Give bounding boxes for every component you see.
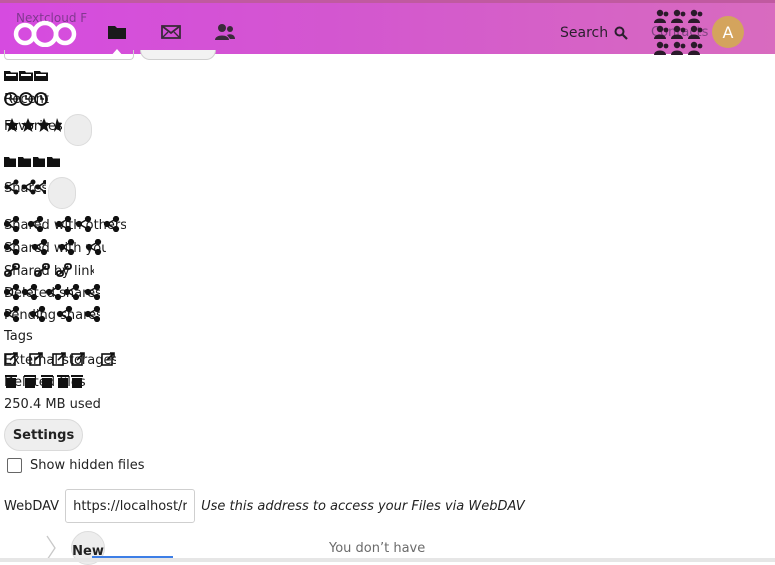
show-hidden-files-toggle[interactable]: Show hidden files	[7, 458, 145, 473]
contact-icon	[671, 9, 686, 23]
share-icon	[4, 284, 100, 300]
nav-all-files[interactable]	[4, 70, 49, 82]
webdav-hint: Use this address to access your Files vi…	[201, 498, 525, 514]
show-hidden-label: Show hidden files	[30, 458, 145, 473]
nav-shared-by-link[interactable]: Shared by link	[4, 262, 94, 279]
nav-favorites[interactable]: Favorites	[4, 117, 62, 134]
external-link-icon	[4, 352, 115, 366]
contact-icon	[654, 9, 669, 23]
nav-files-folders[interactable]	[4, 156, 60, 168]
filter-input[interactable]	[4, 50, 134, 60]
webdav-section: WebDAV Use this address to access your F…	[4, 489, 525, 523]
share-icon	[4, 179, 46, 195]
nav-deleted-shares[interactable]: Deleted shares	[4, 284, 100, 301]
contacts-menu-button[interactable]	[654, 9, 704, 55]
folder-icon	[34, 71, 48, 81]
nav-tags-label: Tags	[4, 329, 33, 344]
contact-icon	[688, 41, 703, 55]
search-icon	[614, 26, 628, 40]
folder-icon	[108, 26, 126, 39]
content-divider	[0, 558, 775, 562]
files-app-button[interactable]	[104, 19, 130, 45]
nav-recent[interactable]: Recent	[4, 91, 52, 107]
nav-tags[interactable]: Tags	[4, 329, 33, 344]
unified-search[interactable]: Search	[560, 23, 628, 43]
no-permission-notice: You don’t have	[329, 541, 426, 556]
trash-icon	[5, 375, 83, 388]
clock-icon	[4, 92, 48, 106]
mail-app-button[interactable]	[158, 19, 184, 45]
folder-icon	[4, 157, 60, 167]
folder-icon	[4, 71, 18, 81]
storage-quota: 250.4 MB used	[4, 397, 101, 412]
mail-icon	[161, 25, 181, 39]
link-icon	[4, 263, 72, 277]
filter-button[interactable]	[140, 50, 216, 60]
star-icon	[5, 118, 62, 132]
favorites-collapse-toggle[interactable]	[64, 114, 92, 146]
contacts-icon	[215, 24, 235, 40]
shares-collapse-toggle[interactable]	[48, 177, 76, 209]
nav-pending-shares[interactable]: Pending shares	[4, 306, 100, 323]
nav-deleted-files[interactable]: Deleted files	[4, 373, 86, 390]
contact-icon	[688, 9, 703, 23]
contact-icon	[688, 25, 703, 39]
contact-icon	[654, 25, 669, 39]
folder-icon	[19, 71, 33, 81]
nav-shares[interactable]: Shares	[4, 179, 46, 196]
nextcloud-logo-icon[interactable]	[12, 19, 78, 47]
webdav-url-field[interactable]	[65, 489, 196, 523]
settings-button[interactable]: Settings	[4, 419, 83, 451]
search-label: Search	[560, 25, 609, 41]
contact-icon	[671, 41, 686, 55]
user-avatar[interactable]: A	[712, 16, 744, 48]
webdav-label: WebDAV	[4, 498, 60, 514]
nav-external-storages[interactable]: External storages	[4, 351, 116, 368]
contacts-app-button[interactable]	[212, 19, 238, 45]
app-header: Nextcloud F Search Contacts A	[0, 0, 775, 57]
contact-icon	[671, 25, 686, 39]
nav-shared-with-you[interactable]: Shared with you	[4, 239, 106, 256]
share-icon	[4, 239, 102, 255]
share-icon	[4, 306, 100, 322]
share-icon	[4, 216, 120, 232]
contact-icon	[654, 41, 669, 55]
nav-shared-with-others[interactable]: Shared with others	[4, 216, 126, 233]
show-hidden-checkbox[interactable]	[7, 458, 22, 473]
